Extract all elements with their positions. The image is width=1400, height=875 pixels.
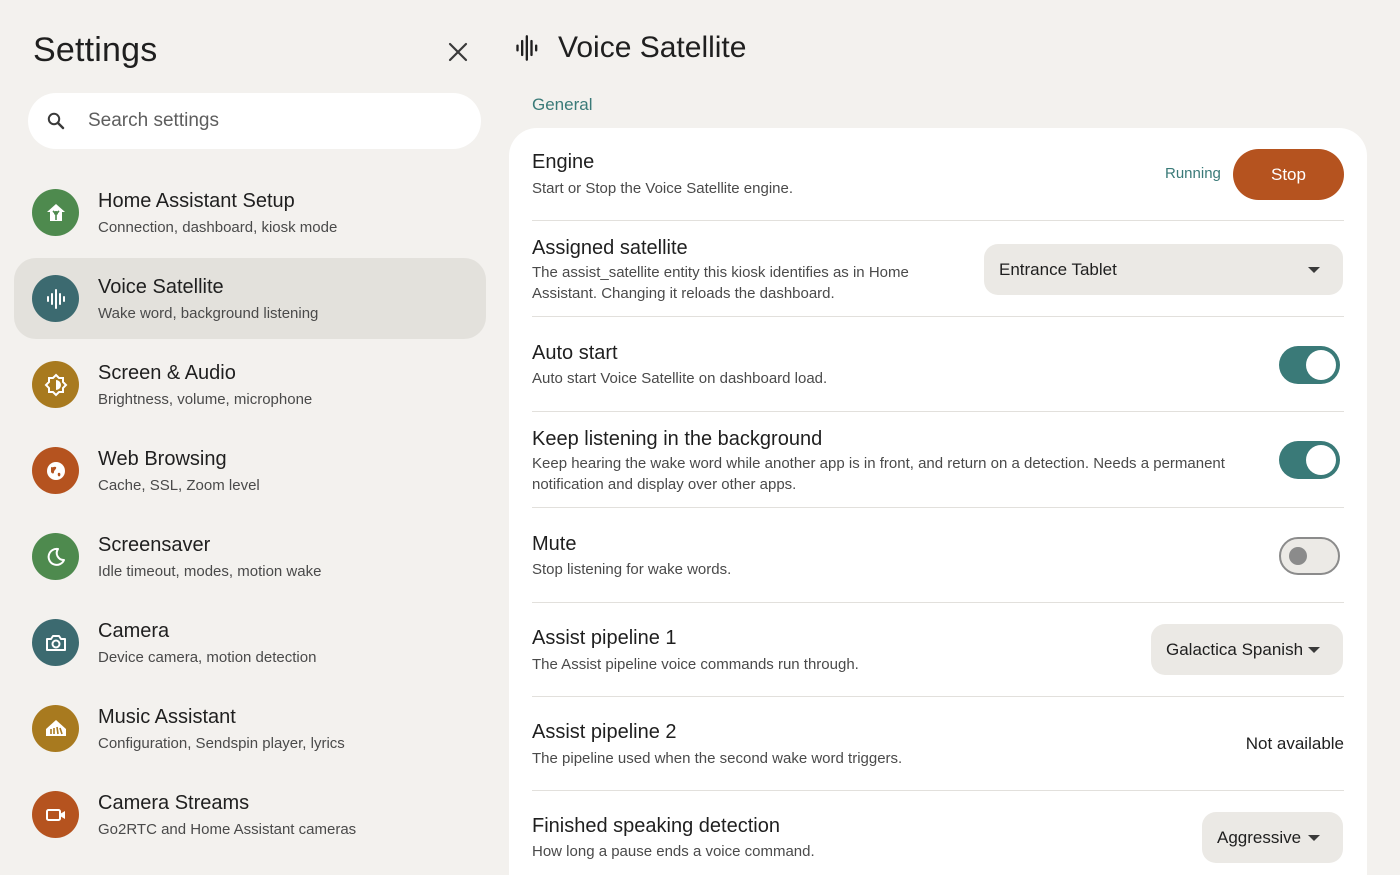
setting-title: Assist pipeline 1	[532, 627, 677, 649]
sidebar-title: Settings	[33, 31, 158, 69]
section-label: General	[532, 95, 593, 114]
setting-row-assigned-satellite: Assigned satellite The assist_satellite …	[532, 221, 1344, 317]
chevron-down-icon	[1308, 267, 1320, 273]
sidebar-item-subtitle: Device camera, motion detection	[98, 649, 317, 666]
setting-description: Start or Stop the Voice Satellite engine…	[532, 180, 793, 197]
setting-row-assist-pipeline-2: Assist pipeline 2 The pipeline used when…	[532, 697, 1344, 791]
setting-title: Engine	[532, 151, 595, 173]
setting-title: Assigned satellite	[532, 237, 688, 259]
music-assistant-icon	[32, 705, 79, 752]
setting-title: Auto start	[532, 342, 618, 364]
sidebar-item-label: Camera Streams	[98, 792, 250, 814]
sidebar-item-label: Camera	[98, 620, 170, 642]
close-button[interactable]	[440, 34, 476, 70]
toggle-knob	[1289, 547, 1307, 565]
setting-title: Finished speaking detection	[532, 815, 780, 837]
setting-description: The Assist pipeline voice commands run t…	[532, 656, 859, 673]
page-header: Voice Satellite	[514, 28, 746, 68]
sidebar-item-subtitle: Cache, SSL, Zoom level	[98, 477, 260, 494]
select-value: Entrance Tablet	[999, 259, 1117, 279]
setting-description: Stop listening for wake words.	[532, 561, 732, 578]
chevron-down-icon	[1308, 647, 1320, 653]
sidebar-item-camera-streams[interactable]: Camera Streams Go2RTC and Home Assistant…	[14, 774, 486, 860]
sidebar-item-label: Screen & Audio	[98, 362, 236, 384]
setting-title: Assist pipeline 2	[532, 721, 677, 743]
setting-description: The pipeline used when the second wake w…	[532, 750, 903, 767]
sidebar-item-voice-satellite[interactable]: Voice Satellite Wake word, background li…	[14, 258, 486, 339]
globe-icon	[32, 447, 79, 494]
toggle-knob	[1306, 445, 1336, 475]
engine-status: Running	[1165, 165, 1221, 182]
sidebar-item-camera[interactable]: Camera Device camera, motion detection	[14, 602, 486, 688]
video-camera-icon	[32, 791, 79, 838]
setting-row-mute: Mute Stop listening for wake words.	[532, 508, 1344, 603]
setting-row-auto-start: Auto start Auto start Voice Satellite on…	[532, 317, 1344, 412]
settings-sidebar: Settings Home Assistant Setup Connection…	[0, 0, 500, 875]
settings-nav-list: Home Assistant Setup Connection, dashboa…	[14, 172, 486, 860]
waveform-icon	[32, 275, 79, 322]
finished-speaking-select[interactable]: Aggressive	[1202, 812, 1343, 863]
waveform-icon	[516, 35, 538, 61]
sidebar-item-subtitle: Connection, dashboard, kiosk mode	[98, 219, 338, 236]
close-icon	[448, 42, 468, 62]
home-assistant-icon	[32, 189, 79, 236]
settings-card: Engine Start or Stop the Voice Satellite…	[509, 128, 1367, 875]
setting-row-assist-pipeline-1: Assist pipeline 1 The Assist pipeline vo…	[532, 603, 1344, 697]
background-listening-toggle[interactable]	[1279, 441, 1340, 479]
setting-row-finished-speaking: Finished speaking detection How long a p…	[532, 791, 1344, 875]
search-icon	[47, 112, 65, 130]
assigned-satellite-select[interactable]: Entrance Tablet	[984, 244, 1343, 295]
stop-button[interactable]: Stop	[1233, 149, 1344, 200]
sidebar-item-label: Music Assistant	[98, 706, 236, 728]
setting-description: Keep hearing the wake word while another…	[532, 455, 1225, 493]
brightness-icon	[32, 361, 79, 408]
assist-pipeline-1-select[interactable]: Galactica Spanish	[1151, 624, 1343, 675]
sidebar-item-subtitle: Brightness, volume, microphone	[98, 391, 313, 408]
mute-toggle[interactable]	[1279, 537, 1340, 575]
search-box[interactable]	[28, 93, 481, 149]
chevron-down-icon	[1308, 835, 1320, 841]
moon-icon	[32, 533, 79, 580]
setting-description: The assist_satellite entity this kiosk i…	[532, 264, 909, 302]
setting-row-background-listening: Keep listening in the background Keep he…	[532, 412, 1344, 508]
select-value: Aggressive	[1217, 827, 1302, 847]
sidebar-item-label: Home Assistant Setup	[98, 190, 295, 212]
sidebar-item-subtitle: Configuration, Sendspin player, lyrics	[98, 735, 345, 752]
sidebar-item-screen-audio[interactable]: Screen & Audio Brightness, volume, micro…	[14, 344, 486, 430]
sidebar-item-subtitle: Idle timeout, modes, motion wake	[98, 563, 322, 580]
select-value: Galactica Spanish	[1166, 639, 1304, 659]
setting-row-engine: Engine Start or Stop the Voice Satellite…	[532, 128, 1344, 221]
sidebar-item-label: Screensaver	[98, 534, 211, 556]
setting-title: Mute	[532, 533, 577, 555]
page-title: Voice Satellite	[558, 31, 747, 64]
sidebar-item-screensaver[interactable]: Screensaver Idle timeout, modes, motion …	[14, 516, 486, 602]
sidebar-item-subtitle: Go2RTC and Home Assistant cameras	[98, 821, 357, 838]
setting-description: How long a pause ends a voice command.	[532, 843, 815, 860]
setting-title: Keep listening in the background	[532, 428, 823, 450]
sidebar-item-label: Voice Satellite	[98, 276, 224, 298]
sidebar-item-music-assistant[interactable]: Music Assistant Configuration, Sendspin …	[14, 688, 486, 774]
toggle-knob	[1306, 350, 1336, 380]
sidebar-item-home-assistant-setup[interactable]: Home Assistant Setup Connection, dashboa…	[14, 172, 486, 258]
setting-description: Auto start Voice Satellite on dashboard …	[532, 370, 828, 387]
camera-icon	[32, 619, 79, 666]
assist-pipeline-2-value: Not available	[1245, 734, 1344, 753]
search-input[interactable]	[88, 93, 468, 149]
sidebar-item-label: Web Browsing	[98, 448, 227, 470]
auto-start-toggle[interactable]	[1279, 346, 1340, 384]
sidebar-item-subtitle: Wake word, background listening	[98, 305, 319, 322]
sidebar-item-web-browsing[interactable]: Web Browsing Cache, SSL, Zoom level	[14, 430, 486, 516]
